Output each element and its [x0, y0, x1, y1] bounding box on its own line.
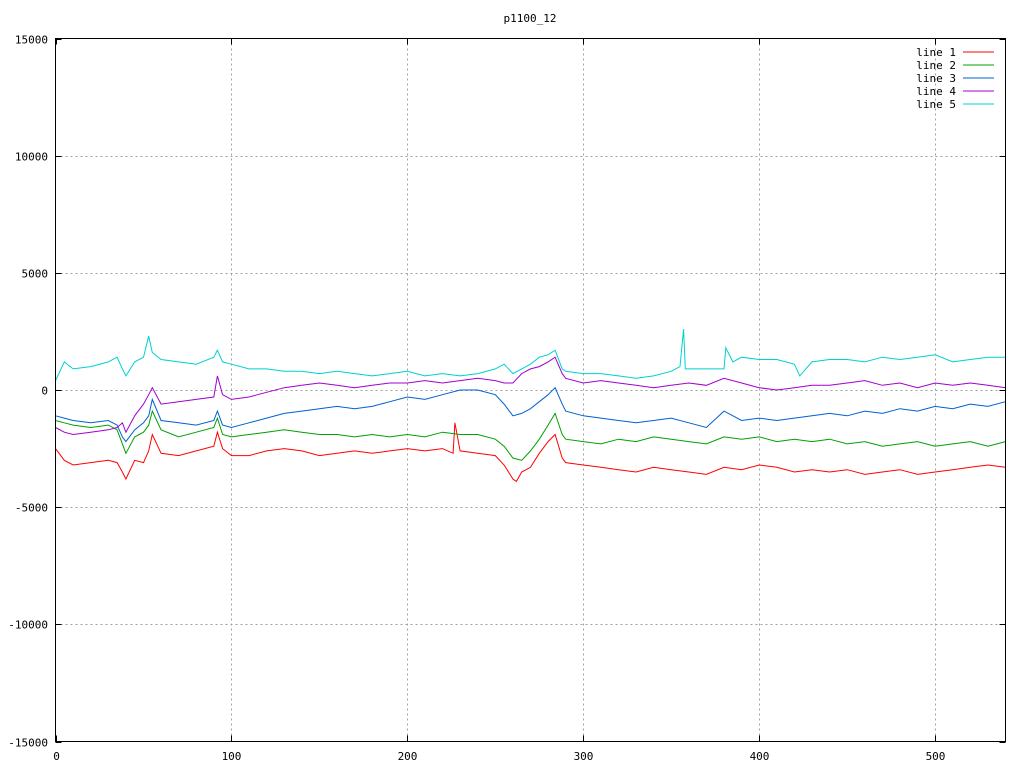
- chart-title: p1100_12: [504, 12, 557, 25]
- legend-label-4: line 4: [916, 85, 956, 98]
- x-tick-label: 100: [222, 750, 242, 763]
- y-tick-label: 5000: [22, 268, 49, 281]
- chart-container: p1100_12 0 100 200 300 400 500 -15000 -10000 -50…: [0, 0, 1024, 768]
- y-tick-label: -15000: [8, 737, 48, 750]
- x-tick-label: 200: [398, 750, 418, 763]
- x-tick-label: 300: [574, 750, 594, 763]
- legend-label-1: line 1: [916, 46, 956, 59]
- y-tick-label: 10000: [15, 151, 48, 164]
- x-tick-label: 0: [53, 750, 60, 763]
- y-tick-label: -10000: [8, 619, 48, 632]
- x-tick-label: 500: [926, 750, 946, 763]
- legend-label-3: line 3: [916, 72, 956, 85]
- x-tick-label: 400: [750, 750, 770, 763]
- line-chart: p1100_12 0 100 200 300 400 500 -15000 -10000 -50…: [0, 0, 1024, 768]
- legend-label-2: line 2: [916, 59, 956, 72]
- y-tick-label: 0: [41, 385, 48, 398]
- legend-label-5: line 5: [916, 98, 956, 111]
- y-tick-label: -5000: [15, 502, 48, 515]
- chart-background: [0, 0, 1024, 768]
- y-tick-label: 15000: [15, 34, 48, 47]
